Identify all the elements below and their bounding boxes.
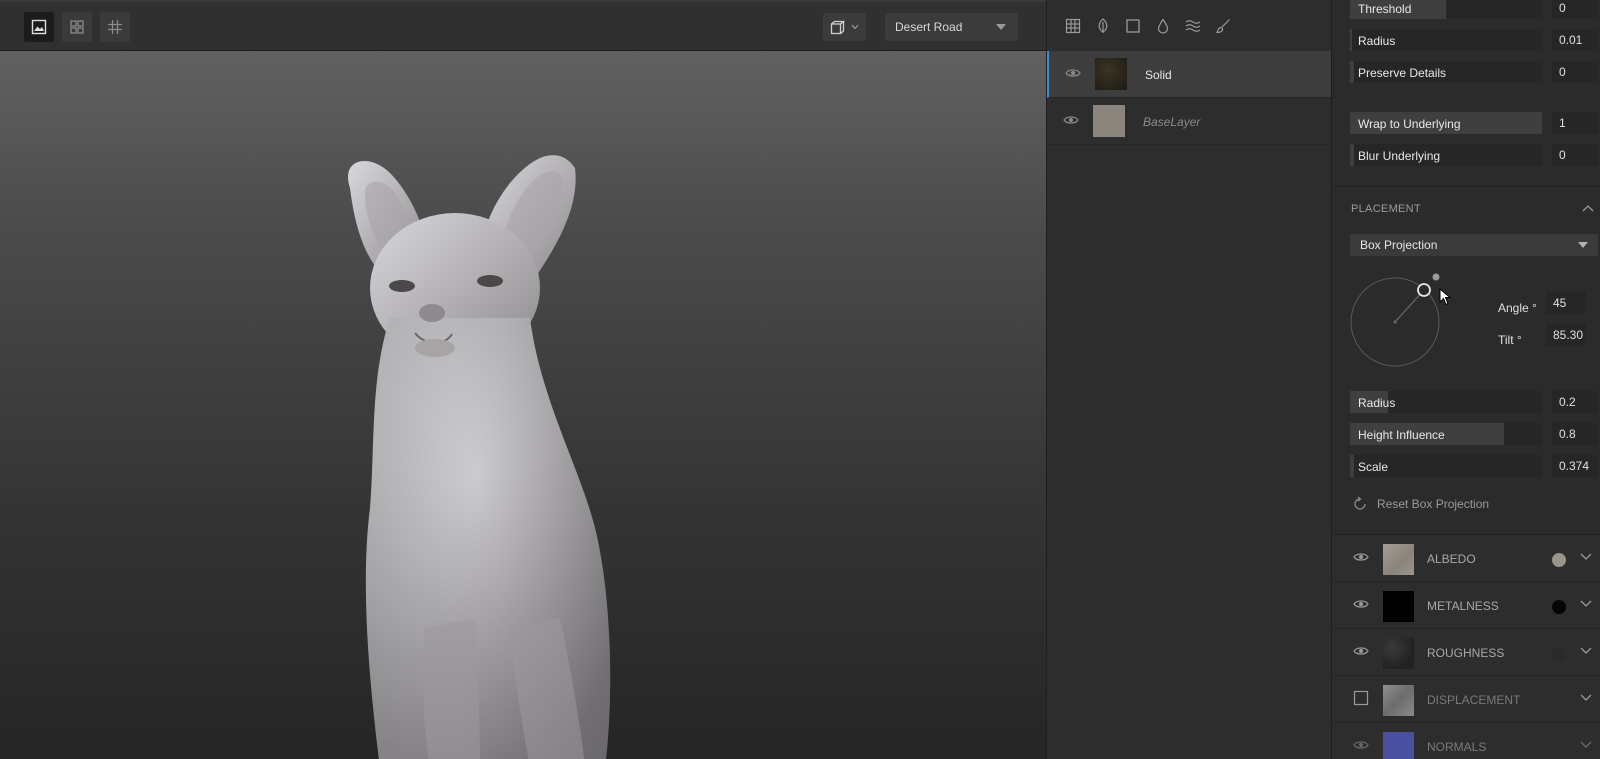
wrap-to-underlying-slider[interactable]: Wrap to Underlying [1350,112,1542,134]
chevron-down-icon[interactable] [1580,741,1592,749]
dropdown-arrow-icon [996,24,1006,30]
layer-thumbnail [1095,58,1127,90]
image-view-icon[interactable] [24,12,54,42]
section-divider [1332,186,1600,187]
preserve-details-slider[interactable]: Preserve Details [1350,61,1542,83]
normals-thumbnail [1383,732,1414,759]
layer-name: BaseLayer [1143,115,1201,129]
angle-label: Angle ° [1498,301,1537,315]
threshold-slider[interactable]: Threshold [1350,0,1542,19]
wrap-to-underlying-value-input[interactable]: 1 [1552,112,1598,134]
chevron-down-icon [851,24,859,30]
preserve-details-value-input[interactable]: 0 [1552,61,1598,83]
slider-label: Blur Underlying [1358,149,1441,163]
channel-metalness[interactable]: METALNESS [1332,581,1600,628]
projection-label: Box Projection [1360,238,1438,252]
threshold-value-input[interactable]: 0 [1552,0,1598,19]
metalness-thumbnail [1383,591,1414,622]
eye-icon[interactable] [1353,645,1369,657]
layer-tools-bar [1047,0,1331,51]
drop-icon[interactable] [1153,16,1173,36]
slider-label: Threshold [1358,2,1412,16]
channel-name: NORMALS [1427,740,1487,754]
reset-label: Reset Box Projection [1377,497,1490,511]
channel-name: DISPLACEMENT [1427,693,1521,707]
environment-label: Desert Road [895,20,963,34]
chevron-up-icon[interactable] [1582,204,1594,212]
environment-select[interactable]: Desert Road [885,13,1018,41]
chevron-down-icon[interactable] [1580,694,1592,702]
channel-roughness[interactable]: ROUGHNESS [1332,628,1600,675]
metalness-color-swatch[interactable] [1552,600,1566,614]
eye-icon[interactable] [1353,739,1369,751]
tilt-label: Tilt ° [1498,333,1522,347]
displacement-thumbnail [1383,685,1414,716]
slider-label: Wrap to Underlying [1358,117,1461,131]
grid-2x2-icon[interactable] [62,12,92,42]
grid-icon[interactable] [1063,16,1083,36]
roughness-color-swatch[interactable] [1552,647,1566,661]
blur-underlying-slider[interactable]: Blur Underlying [1350,144,1542,166]
eye-icon[interactable] [1353,598,1369,610]
chevron-down-icon[interactable] [1580,600,1592,608]
layer-thumbnail [1093,105,1125,137]
chevron-down-icon[interactable] [1580,553,1592,561]
properties-panel: Threshold 0 Radius 0.01 Preserve Details… [1331,0,1600,759]
layer-item-solid[interactable]: Solid [1047,51,1331,98]
radius-slider[interactable]: Radius [1350,29,1542,51]
slider-label: Scale [1358,460,1389,474]
3d-viewport[interactable]: Desert Road [0,0,1046,759]
projection-select[interactable]: Box Projection [1350,234,1598,256]
checkbox-icon[interactable] [1353,690,1369,706]
blur-underlying-value-input[interactable]: 0 [1552,144,1598,166]
albedo-color-swatch[interactable] [1552,553,1566,567]
waves-icon[interactable] [1183,16,1203,36]
height-influence-slider[interactable]: Height Influence [1350,423,1542,445]
slider-label: Height Influence [1358,428,1445,442]
radius-value-input[interactable]: 0.01 [1552,29,1598,51]
channel-name: ALBEDO [1427,552,1476,566]
scale-slider[interactable]: Scale [1350,455,1542,477]
app-window: Desert Road Solid BaseLayer Threshold 0 … [0,0,1600,759]
scale-value-input[interactable]: 0.374 [1552,455,1598,477]
slider-label: Radius [1358,396,1396,410]
albedo-thumbnail [1383,544,1414,575]
chevron-down-icon[interactable] [1580,647,1592,655]
3d-model-cat [348,155,611,759]
channel-name: ROUGHNESS [1427,646,1505,660]
angle-tilt-dial[interactable] [1350,270,1450,370]
tilt-value-input[interactable]: 85.30 [1546,324,1586,346]
slider-label: Radius [1358,34,1396,48]
eye-icon[interactable] [1065,67,1081,79]
reset-box-projection-button[interactable]: Reset Box Projection [1352,496,1489,512]
channel-displacement[interactable]: DISPLACEMENT [1332,675,1600,722]
channel-albedo[interactable]: ALBEDO [1332,534,1600,581]
height-influence-value-input[interactable]: 0.8 [1552,423,1598,445]
cube-icon [830,20,845,34]
square-icon[interactable] [1123,16,1143,36]
placement-section-title: PLACEMENT [1351,203,1421,215]
eye-icon[interactable] [1353,551,1369,563]
layers-panel: Solid BaseLayer [1046,0,1331,759]
brush-icon[interactable] [1213,16,1233,36]
angle-value-input[interactable]: 45 [1546,292,1586,314]
slider-label: Preserve Details [1358,66,1447,80]
eye-icon[interactable] [1063,114,1079,126]
channel-normals[interactable]: NORMALS [1332,722,1600,759]
channel-name: METALNESS [1427,599,1499,613]
roughness-thumbnail [1383,638,1414,669]
mouse-cursor-icon [1439,288,1451,306]
dropdown-arrow-icon [1578,242,1588,248]
placement-radius-value-input[interactable]: 0.2 [1552,391,1598,413]
layer-item-baselayer[interactable]: BaseLayer [1047,98,1331,145]
camera-view-button[interactable] [823,13,866,41]
reset-icon [1354,496,1366,510]
placement-radius-slider[interactable]: Radius [1350,391,1542,413]
layer-name: Solid [1145,68,1172,82]
viewport-toolbar: Desert Road [0,0,1046,51]
leaf-icon[interactable] [1093,16,1113,36]
grid-3x3-icon[interactable] [100,12,130,42]
